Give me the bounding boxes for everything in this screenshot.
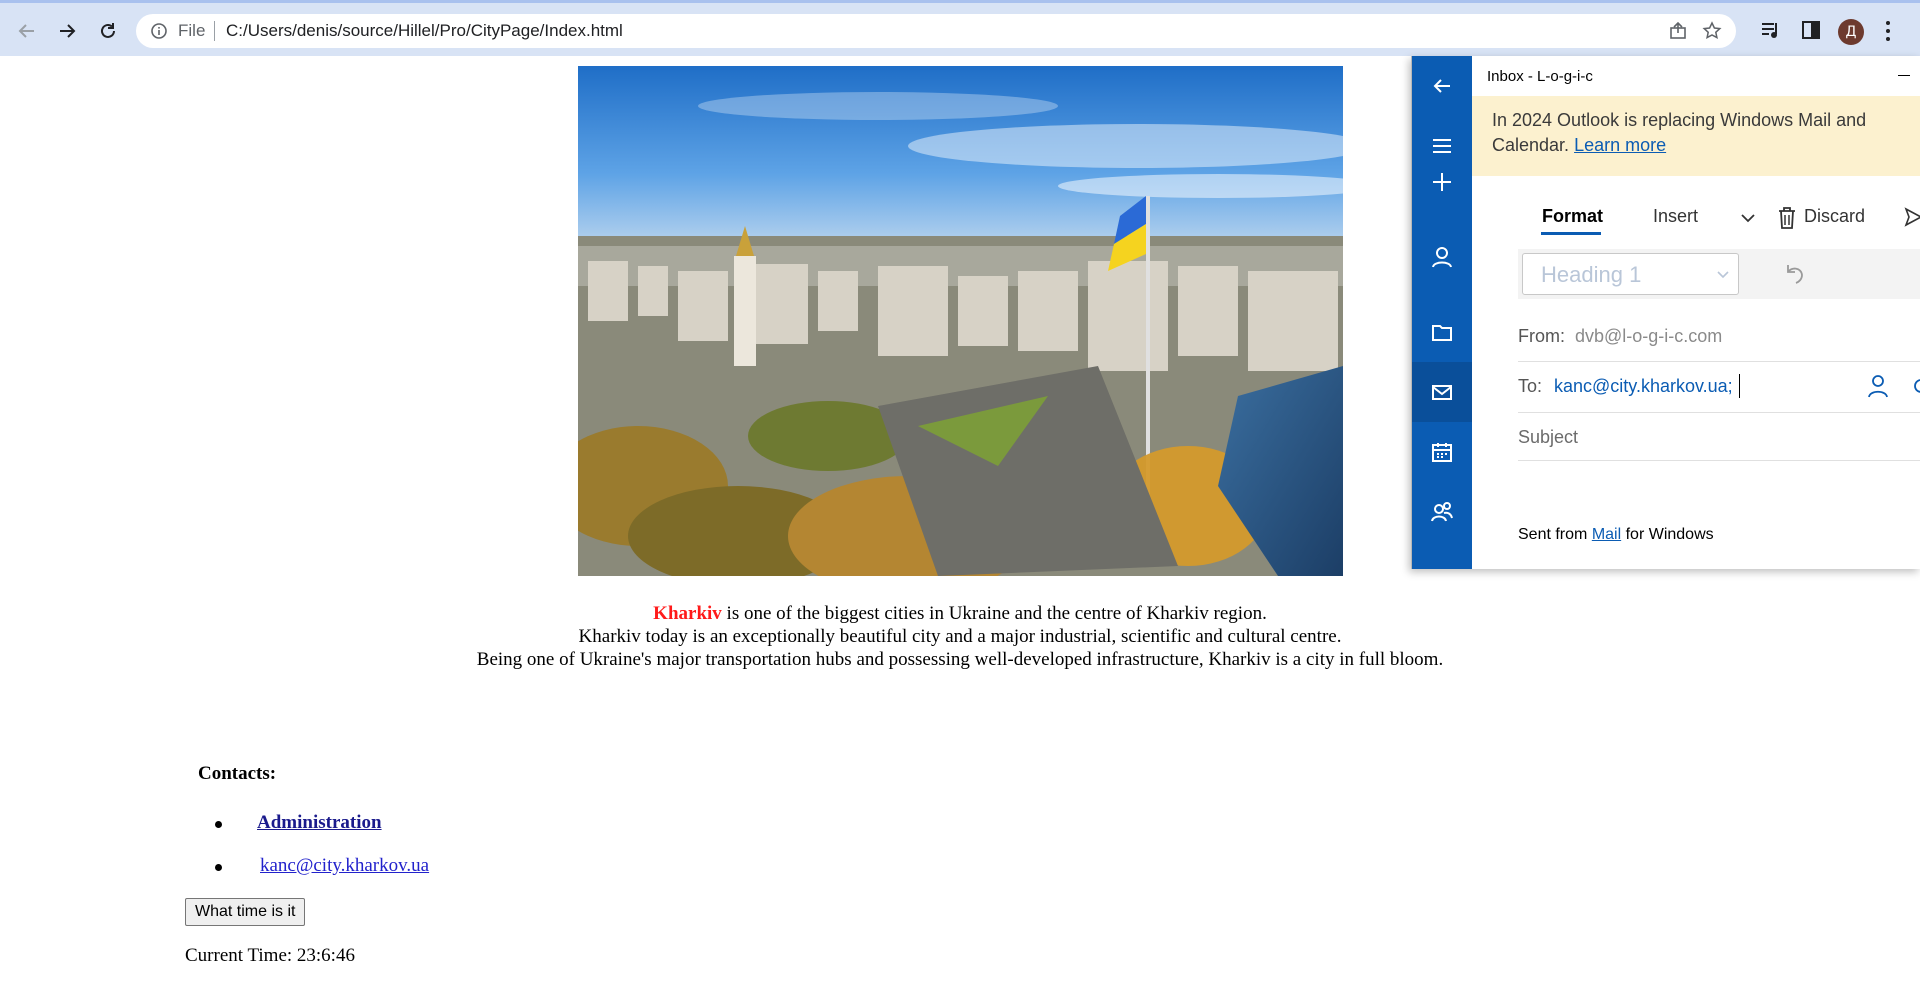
- profile-avatar[interactable]: Д: [1838, 19, 1864, 45]
- share-icon[interactable]: [1668, 21, 1688, 41]
- reload-button[interactable]: [94, 17, 122, 45]
- rail-new-mail-button[interactable]: [1412, 152, 1472, 212]
- person-icon[interactable]: [1867, 374, 1889, 398]
- from-label: From:: [1518, 326, 1565, 346]
- mail-title-bar: Inbox - L-o-g-i-c: [1472, 56, 1920, 96]
- person-icon: [1432, 247, 1452, 268]
- list-bullet: [215, 864, 222, 871]
- current-time-text: Current Time: 23:6:46: [185, 945, 355, 966]
- calendar-icon: [1432, 443, 1452, 462]
- subject-input[interactable]: Subject: [1518, 427, 1578, 448]
- mail-window-title: Inbox - L-o-g-i-c: [1487, 68, 1593, 85]
- mail-nav-rail: [1412, 56, 1472, 569]
- cc-icon[interactable]: [1910, 374, 1920, 398]
- city-photo: [578, 66, 1343, 576]
- send-icon[interactable]: [1904, 206, 1920, 228]
- text-cursor: [1739, 374, 1740, 398]
- side-panel-icon[interactable]: [1800, 19, 1822, 41]
- signature-text-end: for Windows: [1621, 526, 1714, 543]
- mail-window: Inbox - L-o-g-i-c In 2024 Outlook is rep…: [1411, 56, 1920, 569]
- learn-more-link[interactable]: Learn more: [1574, 135, 1666, 155]
- city-name: Kharkiv: [653, 603, 722, 624]
- folder-icon: [1432, 325, 1452, 341]
- tab-format-underline: [1541, 232, 1601, 235]
- info-icon[interactable]: [150, 22, 168, 40]
- arrow-left-icon: [18, 24, 34, 38]
- arrow-left-icon: [1433, 79, 1450, 93]
- chevron-down-icon[interactable]: [1740, 212, 1756, 224]
- banner-text: In 2024 Outlook is replacing Windows Mai…: [1492, 110, 1867, 155]
- rail-accounts-button[interactable]: [1412, 227, 1472, 287]
- tab-insert[interactable]: Insert: [1653, 206, 1698, 227]
- compose-ribbon: Format Insert Discard: [1472, 176, 1920, 236]
- outlook-banner: In 2024 Outlook is replacing Windows Mai…: [1472, 96, 1920, 176]
- trash-icon[interactable]: [1777, 206, 1797, 230]
- tab-format[interactable]: Format: [1542, 206, 1603, 227]
- what-time-button[interactable]: What time is it: [185, 898, 306, 926]
- divider: [214, 21, 215, 41]
- more-menu-icon[interactable]: [1884, 19, 1892, 43]
- plus-icon: [1433, 173, 1451, 191]
- intro-text: Kharkiv is one of the biggest cities in …: [0, 602, 1920, 671]
- to-label: To:: [1518, 376, 1543, 396]
- paragraph-style-select[interactable]: Heading 1: [1522, 253, 1739, 295]
- intro-line-1: Kharkiv is one of the biggest cities in …: [0, 602, 1920, 625]
- list-bullet: [215, 821, 222, 828]
- rail-calendar-button[interactable]: [1412, 422, 1472, 482]
- mail-signature: Sent from Mail for Windows: [1518, 526, 1714, 544]
- administration-link[interactable]: Administration: [257, 812, 382, 834]
- kharkiv-panorama-image: [578, 66, 1343, 576]
- forward-button[interactable]: [53, 17, 81, 45]
- from-value[interactable]: dvb@l-o-g-i-c.com: [1575, 326, 1722, 347]
- style-select-value: Heading 1: [1541, 262, 1642, 287]
- discard-button[interactable]: Discard: [1804, 206, 1865, 227]
- intro-line-3: Being one of Ukraine's major transportat…: [476, 649, 1444, 670]
- reload-icon: [101, 23, 115, 38]
- intro-line-1-text: is one of the biggest cities in Ukraine …: [721, 603, 1267, 624]
- people-icon: [1431, 502, 1453, 522]
- rail-people-button[interactable]: [1412, 482, 1472, 542]
- rail-back-button[interactable]: [1412, 56, 1472, 116]
- star-icon[interactable]: [1702, 21, 1722, 41]
- divider: [1518, 361, 1920, 362]
- chevron-down-icon: [1717, 271, 1729, 279]
- email-link[interactable]: kanc@city.kharkov.ua: [260, 855, 429, 877]
- mail-app-link[interactable]: Mail: [1592, 526, 1621, 543]
- minimize-button[interactable]: [1898, 75, 1910, 76]
- browser-toolbar: File C:/Users/denis/source/Hillel/Pro/Ci…: [0, 0, 1920, 56]
- to-recipient[interactable]: kanc@city.kharkov.ua;: [1554, 376, 1733, 397]
- undo-icon[interactable]: [1782, 261, 1806, 285]
- mail-icon: [1432, 385, 1452, 400]
- contacts-heading: Contacts:: [198, 763, 277, 784]
- address-bar[interactable]: File C:/Users/denis/source/Hillel/Pro/Ci…: [136, 14, 1736, 48]
- back-button[interactable]: [13, 17, 41, 45]
- rail-mail-button[interactable]: [1412, 362, 1472, 422]
- divider: [1518, 412, 1920, 413]
- arrow-right-icon: [60, 24, 76, 38]
- signature-text: Sent from: [1518, 526, 1592, 543]
- intro-line-2: Kharkiv today is an exceptionally beauti…: [578, 626, 1342, 647]
- media-queue-icon[interactable]: [1760, 19, 1782, 41]
- file-label: File: [178, 21, 206, 40]
- rail-folders-button[interactable]: [1412, 302, 1472, 362]
- divider: [1518, 460, 1920, 461]
- url-text[interactable]: C:/Users/denis/source/Hillel/Pro/CityPag…: [226, 21, 623, 41]
